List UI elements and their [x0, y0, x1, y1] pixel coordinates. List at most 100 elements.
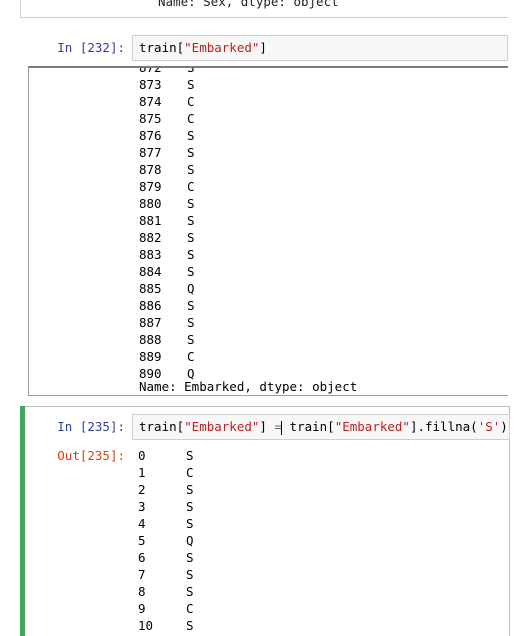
row-index: 4: [138, 516, 146, 531]
code-token: ]: [259, 40, 267, 55]
code-token: ].fillna(: [409, 419, 478, 434]
row-index: 874: [139, 94, 162, 109]
code-token: train[: [282, 419, 335, 434]
series-row: 4S: [138, 515, 194, 532]
row-value: S: [186, 584, 194, 599]
series-row: 878 S: [139, 161, 195, 178]
row-index: 0: [138, 448, 146, 463]
row-index: 875: [139, 111, 162, 126]
row-value: S: [187, 128, 195, 143]
output-prompt: Out[235]:: [57, 448, 125, 463]
code-string: 'S': [477, 419, 501, 434]
row-index: 2: [138, 482, 146, 497]
row-value: S: [186, 482, 194, 497]
row-index: 873: [139, 77, 162, 92]
series-row: 7S: [138, 566, 194, 583]
series-row: 883 S: [139, 246, 195, 263]
row-value: S: [186, 448, 194, 463]
row-value: C: [187, 179, 195, 194]
code-input[interactable]: train["Embarked"]: [132, 35, 508, 61]
row-value: C: [187, 349, 195, 364]
row-value: S: [187, 213, 195, 228]
series-row-partial: 872 S: [139, 66, 195, 76]
series-row: 2S: [138, 481, 194, 498]
row-index: 881: [139, 213, 162, 228]
input-prompt: In [235]:: [57, 419, 125, 434]
row-index: 882: [139, 230, 162, 245]
series-row: 0S: [138, 447, 194, 464]
row-value: S: [187, 162, 195, 177]
series-row: 3S: [138, 498, 194, 515]
code-token: ): [500, 419, 508, 434]
series-row: 881 S: [139, 212, 195, 229]
row-index: 876: [139, 128, 162, 143]
row-index: 879: [139, 179, 162, 194]
row-index: 3: [138, 499, 146, 514]
row-value: Q: [187, 281, 195, 296]
row-value: C: [186, 465, 194, 480]
row-value: S: [186, 567, 194, 582]
output-footer-line: Name: Sex, dtype: object: [158, 0, 339, 9]
output-footer-line: Name: Embarked, dtype: object: [139, 379, 358, 394]
row-value: C: [186, 601, 194, 616]
row-index: 889: [139, 349, 162, 364]
code-token: train[: [139, 40, 185, 55]
row-value: S: [187, 315, 195, 330]
output-area-scrolled[interactable]: 872 S 873 S 874 C 875 C 876 S 877 S 878 S 879 C …: [28, 66, 508, 396]
code-string: "Embarked": [334, 419, 410, 434]
series-row: 884 S: [139, 263, 195, 280]
row-value: S: [187, 298, 195, 313]
row-index: 872: [139, 66, 162, 75]
row-index: 887: [139, 315, 162, 330]
row-index: 888: [139, 332, 162, 347]
row-index: 1: [138, 465, 146, 480]
code-token: train[: [139, 419, 185, 434]
row-index: 9: [138, 601, 146, 616]
series-row: 8S: [138, 583, 194, 600]
output-area: Out[235]: 0S 1C 2S 3S 4S 5Q 6S 7S 8S 9C …: [25, 446, 510, 636]
series-row: 887 S: [139, 314, 195, 331]
series-row: 879 C: [139, 178, 195, 195]
series-row: 874 C: [139, 93, 195, 110]
series-row: 6S: [138, 549, 194, 566]
series-row: 5Q: [138, 532, 194, 549]
series-row: 877 S: [139, 144, 195, 161]
series-row: 886 S: [139, 297, 195, 314]
input-prompt: In [232]:: [57, 40, 125, 55]
series-row: 882 S: [139, 229, 195, 246]
row-value: S: [186, 499, 194, 514]
row-index: 8: [138, 584, 146, 599]
series-row: 875 C: [139, 110, 195, 127]
row-index: 884: [139, 264, 162, 279]
series-row: 889 C: [139, 348, 195, 365]
row-value: S: [187, 145, 195, 160]
row-index: 10: [138, 618, 154, 633]
notebook-cell-232[interactable]: In [232]: train["Embarked"] 872 S 873 S 87…: [20, 30, 508, 400]
row-value: S: [187, 332, 195, 347]
row-index: 6: [138, 550, 146, 565]
code-token: ]: [259, 419, 275, 434]
row-value: S: [187, 77, 195, 92]
row-value: S: [187, 230, 195, 245]
row-value: S: [187, 66, 195, 75]
row-index: 883: [139, 247, 162, 262]
row-index: 885: [139, 281, 162, 296]
row-value: Q: [186, 533, 194, 548]
series-row: 10 S: [138, 617, 194, 634]
series-row: 9C: [138, 600, 194, 617]
row-value: S: [186, 516, 194, 531]
code-input[interactable]: train["Embarked"] = train["Embarked"].fi…: [132, 414, 510, 440]
row-value: S: [187, 196, 195, 211]
row-value: S: [187, 264, 195, 279]
notebook-cell-235-selected[interactable]: In [235]: train["Embarked"] = train["Emb…: [20, 406, 510, 636]
row-index: 5: [138, 533, 146, 548]
row-index: 886: [139, 298, 162, 313]
row-value: S: [186, 618, 194, 633]
series-row: 880 S: [139, 195, 195, 212]
code-string: "Embarked": [184, 40, 260, 55]
previous-cell-output: Name: Sex, dtype: object: [20, 0, 508, 18]
series-row: 885 Q: [139, 280, 195, 297]
row-value: C: [187, 111, 195, 126]
row-index: 7: [138, 567, 146, 582]
row-value: S: [187, 247, 195, 262]
